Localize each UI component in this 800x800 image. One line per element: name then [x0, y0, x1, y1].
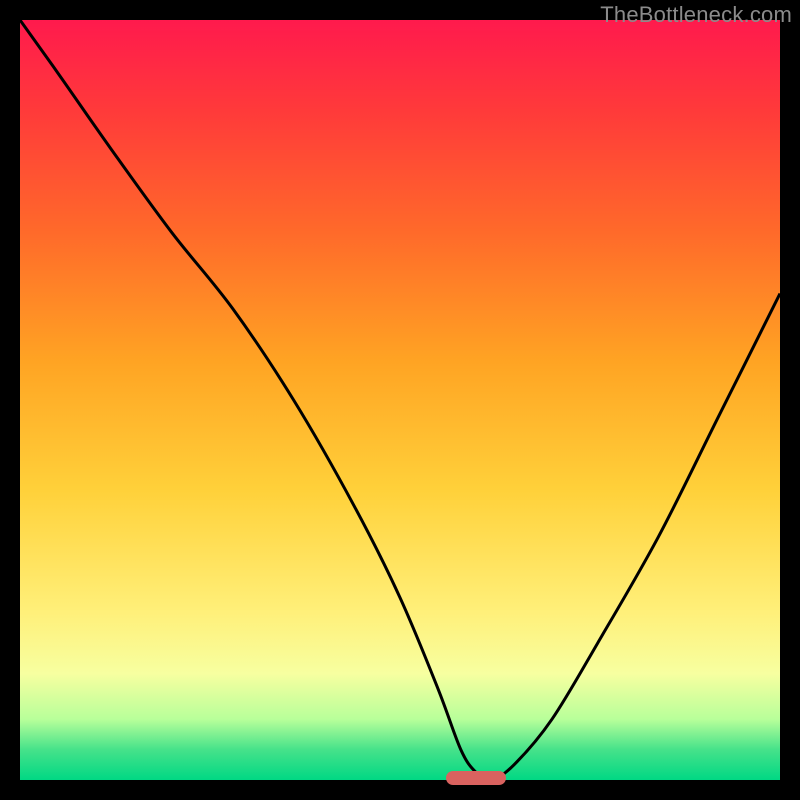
bottleneck-curve: [20, 20, 780, 780]
curve-path: [20, 20, 780, 780]
watermark-text: TheBottleneck.com: [600, 2, 792, 28]
chart-frame: TheBottleneck.com: [0, 0, 800, 800]
optimal-range-marker: [446, 771, 507, 785]
plot-area: [20, 20, 780, 780]
